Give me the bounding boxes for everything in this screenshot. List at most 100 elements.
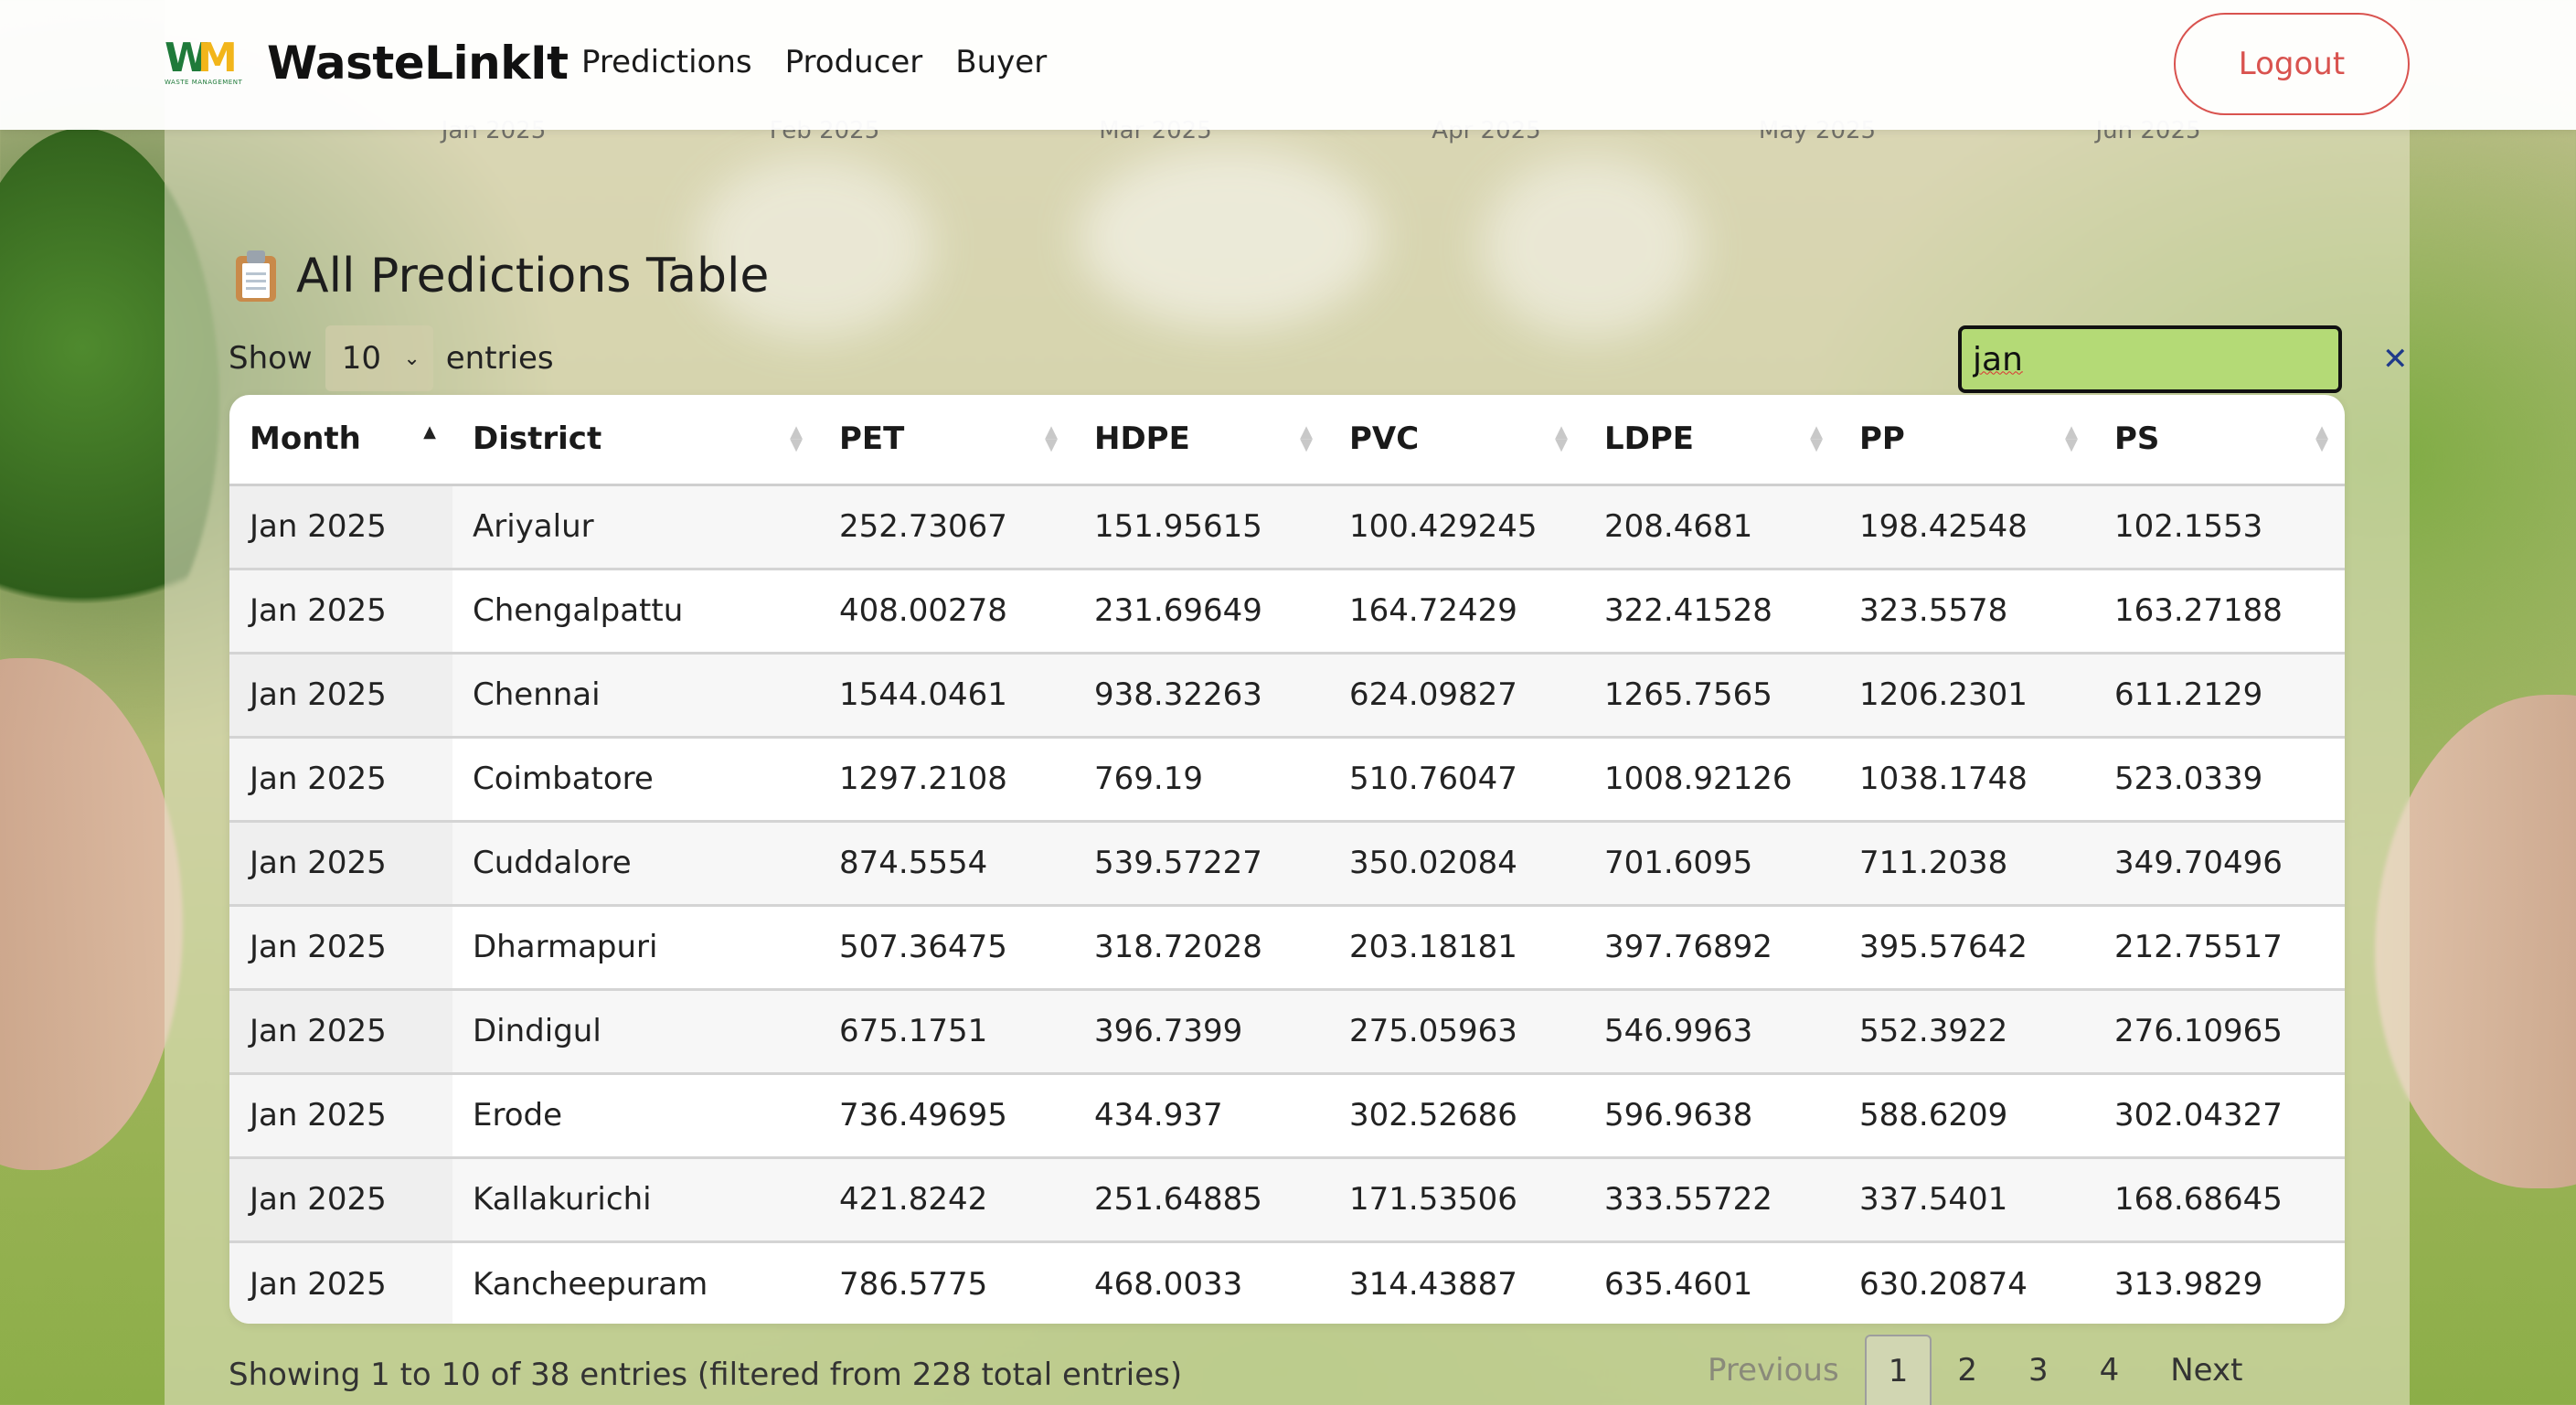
column-header-pet[interactable]: PET ▲ ▼ xyxy=(819,395,1074,486)
table-row: Jan 2025 Dindigul 675.1751 396.7399 275.… xyxy=(229,987,2345,1073)
table-row: Jan 2025 Kancheepuram 786.5775 468.0033 … xyxy=(229,1240,2345,1324)
table-row: Jan 2025 Cuddalore 874.5554 539.57227 35… xyxy=(229,819,2345,905)
cell-month: Jan 2025 xyxy=(229,735,452,821)
cell-month: Jan 2025 xyxy=(229,987,452,1073)
cell-pet: 786.5775 xyxy=(819,1240,1074,1324)
cell-pvc: 164.72429 xyxy=(1329,567,1584,653)
column-header-ldpe[interactable]: LDPE ▲ ▼ xyxy=(1584,395,1839,486)
cell-pp: 323.5578 xyxy=(1839,567,2094,653)
cell-ldpe: 397.76892 xyxy=(1584,903,1839,989)
column-header-ps[interactable]: PS ▲ ▼ xyxy=(2094,395,2345,486)
cell-pp: 1206.2301 xyxy=(1839,651,2094,737)
cell-pp: 395.57642 xyxy=(1839,903,2094,989)
background-hand-left xyxy=(0,658,183,1170)
cell-district: Dharmapuri xyxy=(452,903,819,989)
cell-pp: 337.5401 xyxy=(1839,1155,2094,1241)
cell-pet: 421.8242 xyxy=(819,1155,1074,1241)
cell-ldpe: 1008.92126 xyxy=(1584,735,1839,821)
entries-label: entries xyxy=(445,340,554,377)
table-row: Jan 2025 Ariyalur 252.73067 151.95615 10… xyxy=(229,484,2345,569)
sort-icon: ▲ ▼ xyxy=(2065,422,2078,455)
cell-district: Chengalpattu xyxy=(452,567,819,653)
sort-icon: ▲ ▼ xyxy=(1300,422,1313,455)
cell-hdpe: 251.64885 xyxy=(1074,1155,1329,1241)
cell-pet: 252.73067 xyxy=(819,484,1074,569)
cell-hdpe: 938.32263 xyxy=(1074,651,1329,737)
cell-pvc: 171.53506 xyxy=(1329,1155,1584,1241)
cell-district: Erode xyxy=(452,1071,819,1157)
cell-ps: 611.2129 xyxy=(2094,651,2345,737)
page-button-1[interactable]: 1 xyxy=(1864,1335,1932,1405)
column-header-pvc[interactable]: PVC ▲ ▼ xyxy=(1329,395,1584,486)
cell-month: Jan 2025 xyxy=(229,1240,452,1324)
cell-pvc: 100.429245 xyxy=(1329,484,1584,569)
column-header-hdpe[interactable]: HDPE ▲ ▼ xyxy=(1074,395,1329,486)
page-length-select[interactable]: 10 ⌄ xyxy=(325,325,433,391)
logo: W M WASTE MANAGEMENT xyxy=(165,35,243,86)
cell-ps: 168.68645 xyxy=(2094,1155,2345,1241)
cell-month: Jan 2025 xyxy=(229,1071,452,1157)
cell-ps: 523.0339 xyxy=(2094,735,2345,821)
bokeh-light xyxy=(1481,155,1700,338)
cell-month: Jan 2025 xyxy=(229,567,452,653)
page-button-4[interactable]: 4 xyxy=(2074,1335,2145,1405)
table-header-row: Month ▲ District ▲ ▼ PET ▲ ▼ HDPE ▲ ▼ PVC ▲… xyxy=(229,395,2345,486)
cell-district: Kallakurichi xyxy=(452,1155,819,1241)
cell-pvc: 314.43887 xyxy=(1329,1240,1584,1324)
cell-hdpe: 151.95615 xyxy=(1074,484,1329,569)
cell-district: Cuddalore xyxy=(452,819,819,905)
sort-icon: ▲ ▼ xyxy=(790,422,803,455)
cell-ldpe: 208.4681 xyxy=(1584,484,1839,569)
brand-name[interactable]: WasteLinkIt xyxy=(267,37,569,90)
cell-district: Chennai xyxy=(452,651,819,737)
cell-month: Jan 2025 xyxy=(229,903,452,989)
predictions-table-container: Month ▲ District ▲ ▼ PET ▲ ▼ HDPE ▲ ▼ PVC ▲… xyxy=(229,395,2345,1324)
cell-month: Jan 2025 xyxy=(229,1155,452,1241)
cell-ps: 349.70496 xyxy=(2094,819,2345,905)
clear-search-icon[interactable]: ✕ xyxy=(2382,341,2409,378)
navbar: W M WASTE MANAGEMENT WasteLinkIt Predict… xyxy=(0,0,2576,130)
nav-link-buyer[interactable]: Buyer xyxy=(955,44,1047,80)
cell-month: Jan 2025 xyxy=(229,819,452,905)
table-row: Jan 2025 Chennai 1544.0461 938.32263 624… xyxy=(229,651,2345,737)
nav-link-producer[interactable]: Producer xyxy=(785,44,923,80)
cell-pp: 588.6209 xyxy=(1839,1071,2094,1157)
search-field[interactable]: ✕ xyxy=(1958,325,2409,393)
column-header-district[interactable]: District ▲ ▼ xyxy=(452,395,819,486)
show-label: Show xyxy=(229,340,313,377)
column-header-pp[interactable]: PP ▲ ▼ xyxy=(1839,395,2094,486)
page-length-control: Show 10 ⌄ entries xyxy=(229,325,554,391)
cell-pet: 1544.0461 xyxy=(819,651,1074,737)
cell-pet: 675.1751 xyxy=(819,987,1074,1073)
cell-pet: 874.5554 xyxy=(819,819,1074,905)
cell-hdpe: 539.57227 xyxy=(1074,819,1329,905)
previous-page-button[interactable]: Previous xyxy=(1682,1335,1865,1405)
cell-ldpe: 1265.7565 xyxy=(1584,651,1839,737)
cell-pp: 198.42548 xyxy=(1839,484,2094,569)
cell-ldpe: 333.55722 xyxy=(1584,1155,1839,1241)
page-button-3[interactable]: 3 xyxy=(2003,1335,2074,1405)
cell-ps: 276.10965 xyxy=(2094,987,2345,1073)
cell-pp: 630.20874 xyxy=(1839,1240,2094,1324)
nav-links: Predictions Producer Buyer xyxy=(581,44,1047,80)
cell-ps: 163.27188 xyxy=(2094,567,2345,653)
cell-pet: 507.36475 xyxy=(819,903,1074,989)
nav-link-predictions[interactable]: Predictions xyxy=(581,44,752,80)
cell-month: Jan 2025 xyxy=(229,651,452,737)
cell-ldpe: 596.9638 xyxy=(1584,1071,1839,1157)
cell-hdpe: 434.937 xyxy=(1074,1071,1329,1157)
cell-ps: 302.04327 xyxy=(2094,1071,2345,1157)
pagination: Previous 1 2 3 4 Next xyxy=(1682,1335,2268,1405)
sort-ascending-icon: ▲ xyxy=(423,422,436,442)
cell-ps: 102.1553 xyxy=(2094,484,2345,569)
search-input[interactable] xyxy=(1973,340,2382,378)
column-header-month[interactable]: Month ▲ xyxy=(229,395,452,486)
page-button-2[interactable]: 2 xyxy=(1932,1335,2003,1405)
page-title: All Predictions Table xyxy=(296,249,770,303)
cell-ldpe: 635.4601 xyxy=(1584,1240,1839,1324)
logout-button[interactable]: Logout xyxy=(2174,13,2410,115)
cell-pvc: 510.76047 xyxy=(1329,735,1584,821)
next-page-button[interactable]: Next xyxy=(2145,1335,2268,1405)
clipboard-icon xyxy=(236,250,276,302)
brand[interactable]: W M WASTE MANAGEMENT WasteLinkIt xyxy=(165,35,569,91)
